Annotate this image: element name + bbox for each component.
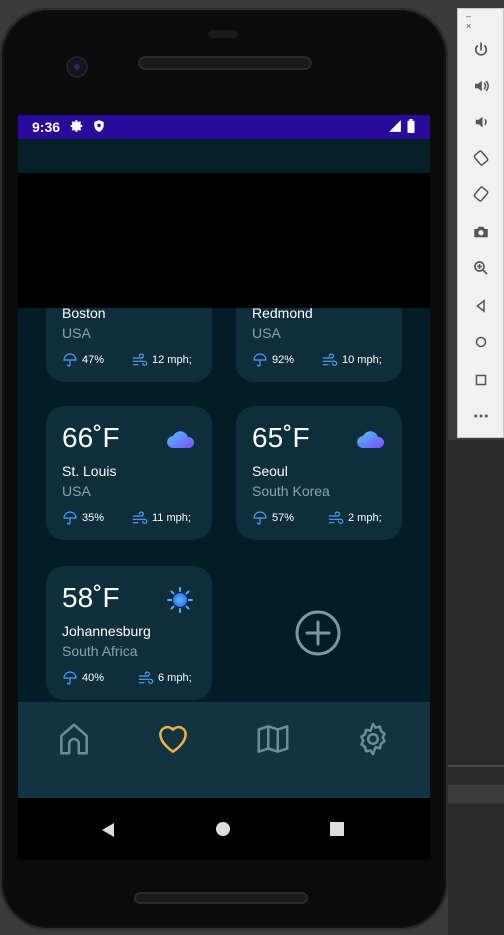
wind-icon [132,353,148,366]
wind-icon [132,511,148,524]
bottom-navigation [18,702,430,798]
add-city-button[interactable] [295,610,341,656]
city-name: Redmond [252,308,313,321]
nav-settings[interactable] [354,720,394,760]
shield-icon [92,119,106,138]
back-icon[interactable] [468,293,494,319]
umbrella-icon [253,511,267,525]
ide-divider [448,785,504,803]
sunny-icon [167,587,193,613]
humidity-stat: 40% [62,670,104,686]
city-card-st-louis[interactable]: 66˚F St. Louis USA 35% 11 mph; [46,406,212,540]
top-speaker [140,58,310,68]
gear-icon [360,722,386,756]
ide-background-pane [448,440,504,935]
nav-map[interactable] [254,720,294,760]
humidity-stat: 47% [62,352,104,368]
wind-icon [138,671,154,684]
wind-icon [322,353,338,366]
humidity-value: 35% [82,512,105,524]
humidity-stat: 92% [252,352,294,368]
umbrella-icon [63,511,77,525]
power-icon[interactable] [468,37,494,63]
humidity-value: 92% [272,354,295,366]
humidity-stat: 35% [62,510,104,526]
humidity-value: 57% [272,512,295,524]
umbrella-icon [63,671,77,685]
more-icon[interactable] [468,403,494,429]
ide-divider [448,765,504,767]
cloudy-icon [167,431,195,448]
temperature: 66˚F [62,422,120,453]
wind-value: 11 mph; [152,512,191,524]
home-icon[interactable] [468,329,494,355]
wind-stat: 10 mph; [322,352,382,368]
wind-value: 6 mph; [158,672,192,684]
gear-icon [70,119,84,138]
wind-value: 12 mph; [152,354,192,366]
volume-down-icon[interactable] [468,109,494,135]
heart-icon [159,725,187,753]
wind-icon [328,511,344,524]
wind-stat: 2 mph; [328,510,382,526]
country-name: South Africa [62,643,138,659]
country-name: USA [252,325,281,341]
home-circle-icon[interactable] [216,822,230,836]
header-spacer [18,173,430,308]
earpiece [208,30,238,38]
city-card-johannesburg[interactable]: 58˚F Johannesburg South Africa 40% 6 mph… [46,566,212,700]
favorites-grid: Boston USA 47% 12 mph; Redmond USA 92% 1… [18,308,430,702]
window-controls[interactable]: – × [466,11,503,31]
battery-icon [406,119,416,138]
status-time: 9:36 [32,119,61,135]
overview-icon[interactable] [468,367,494,393]
temperature: 58˚F [62,582,120,613]
umbrella-icon [253,353,267,367]
city-card-redmond[interactable]: Redmond USA 92% 10 mph; [236,308,402,382]
temperature: 65˚F [252,422,310,453]
map-icon [257,725,289,753]
humidity-value: 40% [82,672,105,684]
rotate-left-icon[interactable] [468,145,494,171]
device-screen: 9:36 Boston USA 47% 12 mph; Redmond USA … [18,115,430,860]
rotate-right-icon[interactable] [468,181,494,207]
country-name: South Korea [252,483,330,499]
city-card-seoul[interactable]: 65˚F Seoul South Korea 57% 2 mph; [236,406,402,540]
bottom-speaker [136,894,306,902]
city-name: Boston [62,308,106,321]
humidity-value: 47% [82,354,105,366]
city-name: Johannesburg [62,623,151,639]
camera-icon[interactable] [468,219,494,245]
wind-value: 2 mph; [348,512,382,524]
nav-favorites[interactable] [154,720,194,760]
home-icon [60,723,88,755]
umbrella-icon [63,353,77,367]
cloudy-icon [357,431,385,448]
status-bar: 9:36 [18,115,430,139]
nav-home[interactable] [55,720,95,760]
front-camera [68,58,86,76]
city-name: Seoul [252,463,288,479]
back-triangle-icon[interactable] [100,822,116,838]
wind-stat: 11 mph; [132,510,191,526]
signal-icon [388,119,402,138]
app-header [18,139,430,173]
wind-value: 10 mph; [342,354,382,366]
wind-stat: 12 mph; [132,352,192,368]
city-card-boston[interactable]: Boston USA 47% 12 mph; [46,308,212,382]
emulator-toolbar: – × [457,8,504,438]
volume-up-icon[interactable] [468,73,494,99]
wind-stat: 6 mph; [138,670,192,686]
country-name: USA [62,325,91,341]
zoom-icon[interactable] [468,255,494,281]
android-system-navigation [18,798,430,860]
overview-square-icon[interactable] [330,822,344,836]
city-name: St. Louis [62,463,117,479]
country-name: USA [62,483,91,499]
humidity-stat: 57% [252,510,294,526]
